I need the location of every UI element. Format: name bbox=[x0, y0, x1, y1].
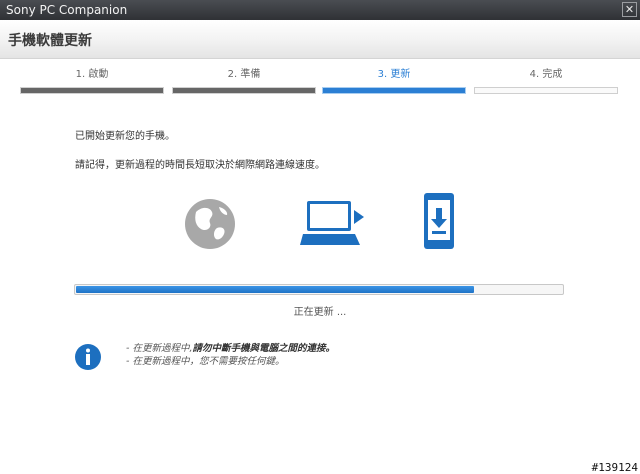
laptop-icon bbox=[300, 201, 364, 245]
close-button[interactable]: ✕ bbox=[622, 2, 637, 17]
info-icon bbox=[75, 344, 101, 370]
step-4-label: 4. 完成 bbox=[529, 69, 563, 80]
step-2-bar bbox=[172, 87, 316, 94]
step-2: 2. 準備 bbox=[172, 66, 316, 96]
phone-download-icon bbox=[424, 193, 454, 249]
progress-status: 正在更新 ... bbox=[293, 307, 347, 318]
note-line-1: - 在更新過程中,請勿中斷手機與電腦之間的連接。 bbox=[126, 340, 335, 354]
step-1-label: 1. 啟動 bbox=[75, 69, 109, 80]
window-title: Sony PC Companion bbox=[6, 3, 128, 17]
globe-icon bbox=[185, 199, 235, 249]
progress-fill bbox=[76, 286, 475, 293]
step-1: 1. 啟動 bbox=[20, 66, 164, 96]
step-3-bar bbox=[322, 87, 466, 94]
step-3: 3. 更新 bbox=[322, 66, 466, 96]
update-duration-message: 請記得，更新過程的時間長短取決於網際網路連線速度。 bbox=[75, 160, 325, 171]
step-indicator: 1. 啟動 2. 準備 3. 更新 4. 完成 bbox=[20, 66, 620, 96]
step-3-label: 3. 更新 bbox=[377, 69, 411, 80]
process-illustration bbox=[0, 186, 640, 256]
step-4: 4. 完成 bbox=[474, 66, 618, 96]
watermark: #139124 bbox=[591, 461, 638, 474]
title-bar: Sony PC Companion ✕ bbox=[0, 0, 640, 20]
page-header: 手機軟體更新 bbox=[0, 20, 640, 59]
note-line-2: - 在更新過程中，您不需要按任何鍵。 bbox=[126, 356, 285, 367]
page-title: 手機軟體更新 bbox=[8, 33, 92, 49]
update-started-message: 已開始更新您的手機。 bbox=[75, 131, 175, 142]
step-4-bar bbox=[474, 87, 618, 94]
step-2-label: 2. 準備 bbox=[227, 69, 261, 80]
update-progress-bar bbox=[74, 284, 564, 295]
step-1-bar bbox=[20, 87, 164, 94]
